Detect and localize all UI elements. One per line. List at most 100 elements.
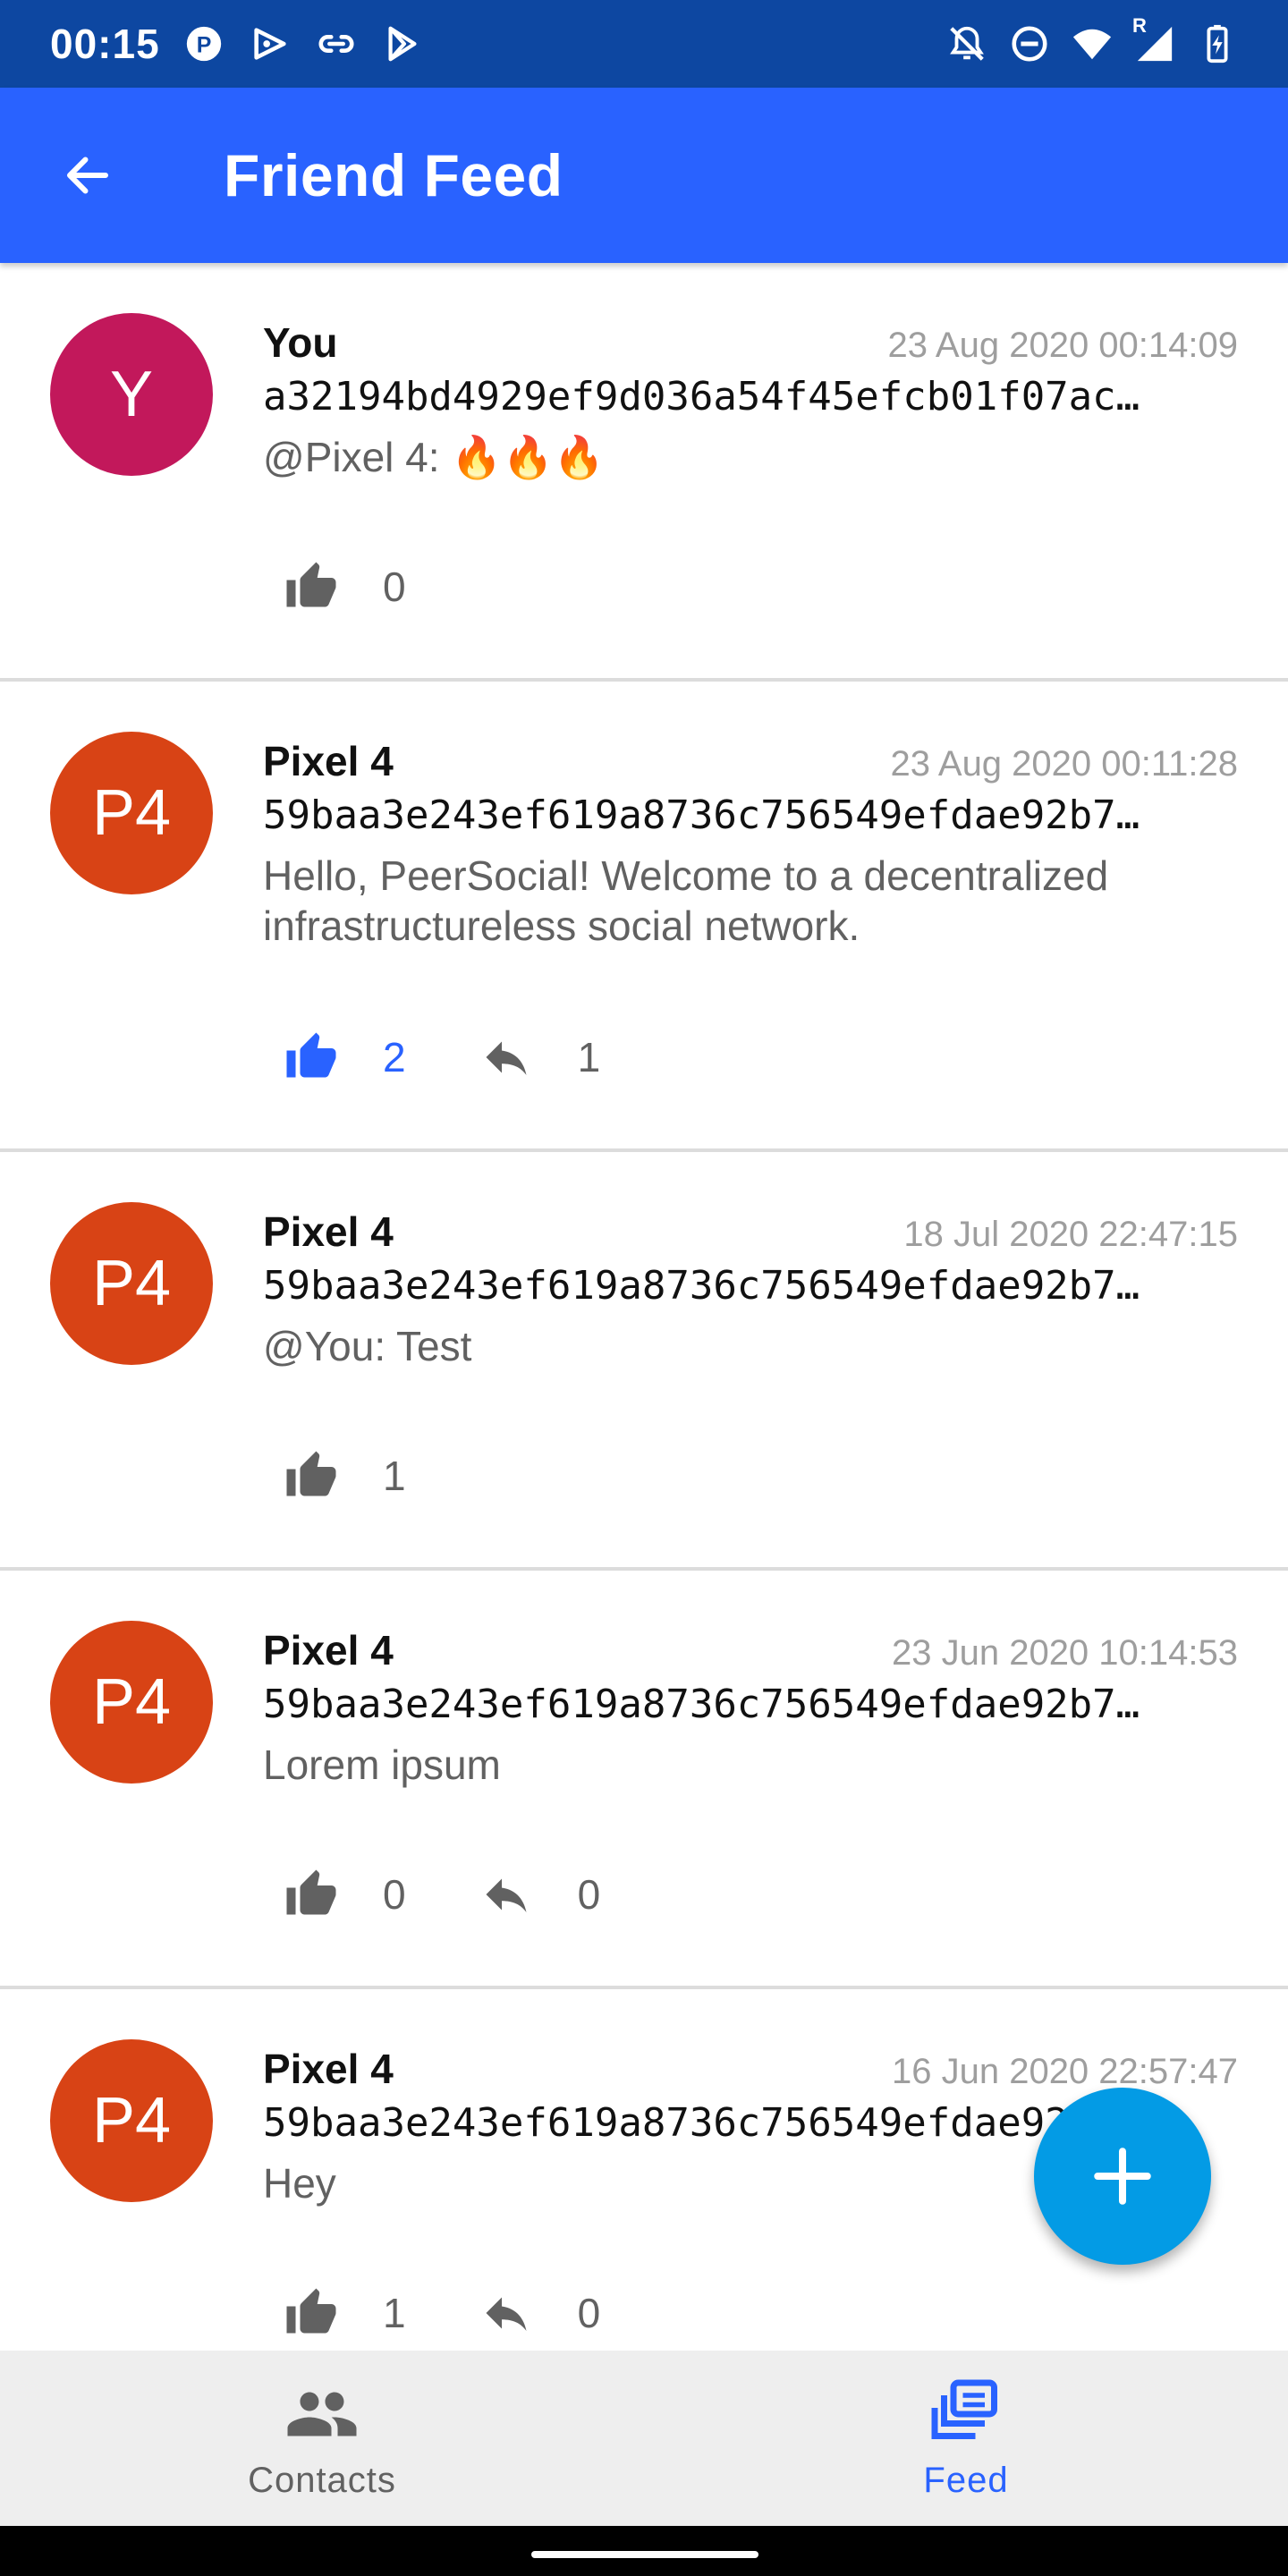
avatar: P4: [50, 1202, 213, 1365]
feed-post[interactable]: P4 Pixel 4 23 Jun 2020 10:14:53 59baa3e2…: [0, 1571, 1288, 1989]
avatar-initials: P4: [91, 1666, 172, 1738]
home-gesture-pill[interactable]: [531, 2551, 758, 2558]
dnd-icon: [1009, 23, 1050, 64]
new-post-fab[interactable]: [1034, 2088, 1211, 2265]
feed-post[interactable]: Y You 23 Aug 2020 00:14:09 a32194bd4929e…: [0, 263, 1288, 682]
post-message: @You: Test: [263, 1323, 472, 1369]
like-count: 1: [383, 1453, 406, 1499]
app-bar: Friend Feed: [0, 88, 1288, 263]
post-body: Pixel 4 23 Jun 2020 10:14:53 59baa3e243e…: [263, 1626, 1238, 1790]
play-games-icon: [250, 23, 291, 64]
reply-button[interactable]: 0: [479, 2286, 601, 2340]
avatar: Y: [50, 313, 213, 476]
reply-button[interactable]: 0: [479, 1868, 601, 1921]
like-button[interactable]: 0: [284, 560, 406, 614]
post-timestamp: 23 Jun 2020 10:14:53: [891, 1633, 1238, 1673]
reply-button[interactable]: 1: [479, 1030, 601, 1084]
nav-item-feed[interactable]: Feed: [644, 2351, 1288, 2526]
status-time: 00:15: [50, 21, 160, 67]
post-hash: 59baa3e243ef619a8736c756549efdae92b7…: [263, 1682, 1140, 1727]
post-timestamp: 18 Jul 2020 22:47:15: [903, 1215, 1238, 1254]
post-header: Pixel 4 23 Jun 2020 10:14:53: [263, 1626, 1238, 1674]
avatar-initials: P4: [91, 1248, 172, 1319]
post-actions: 1 0: [284, 2286, 674, 2340]
contacts-icon: [287, 2392, 357, 2436]
post-hash: a32194bd4929ef9d036a54f45efcb01f07ac…: [263, 374, 1140, 419]
plus-icon: [1094, 2148, 1151, 2205]
post-hash: 59baa3e243ef619a8736c756549efdae92b7…: [263, 792, 1140, 838]
battery-charging-icon: [1197, 23, 1238, 64]
post-message: @Pixel 4: 🔥🔥🔥: [263, 434, 606, 480]
post-header: Pixel 4 18 Jul 2020 22:47:15: [263, 1208, 1238, 1256]
post-author: Pixel 4: [263, 2046, 394, 2092]
system-nav-bar: [0, 2526, 1288, 2576]
mute-icon: [946, 23, 987, 64]
wifi-icon: [1072, 23, 1113, 64]
like-button[interactable]: 1: [284, 1449, 406, 1503]
app-p-icon: P: [183, 23, 225, 64]
post-header: You 23 Aug 2020 00:14:09: [263, 318, 1238, 367]
post-body: Pixel 4 18 Jul 2020 22:47:15 59baa3e243e…: [263, 1208, 1238, 1371]
post-timestamp: 23 Aug 2020 00:14:09: [887, 326, 1238, 365]
status-left-icons: P: [183, 23, 423, 64]
page-title: Friend Feed: [224, 142, 564, 208]
post-timestamp: 23 Aug 2020 00:11:28: [890, 744, 1238, 784]
feed-icon: [931, 2379, 997, 2439]
nav-item-contacts[interactable]: Contacts: [0, 2351, 644, 2526]
post-author: Pixel 4: [263, 1208, 394, 1255]
post-author: Pixel 4: [263, 1627, 394, 1674]
post-timestamp: 16 Jun 2020 22:57:47: [891, 2052, 1238, 2091]
svg-text:P: P: [196, 33, 211, 58]
post-actions: 2 1: [284, 1030, 674, 1084]
post-message: Lorem ipsum: [263, 1741, 501, 1788]
reply-count: 0: [577, 2290, 601, 2336]
roaming-indicator: R: [1132, 14, 1147, 37]
nav-label-feed: Feed: [923, 2460, 1009, 2500]
play-store-icon: [382, 23, 423, 64]
post-header: Pixel 4 23 Aug 2020 00:11:28: [263, 737, 1238, 785]
post-header: Pixel 4 16 Jun 2020 22:57:47: [263, 2045, 1238, 2093]
avatar: P4: [50, 1621, 213, 1784]
arrow-back-icon: [67, 157, 108, 194]
like-count: 0: [383, 564, 406, 610]
like-count: 1: [383, 2290, 406, 2336]
avatar-initials: Y: [109, 359, 154, 430]
avatar-initials: P4: [91, 777, 172, 849]
avatar: P4: [50, 2039, 213, 2202]
like-count: 2: [383, 1034, 406, 1080]
nav-label-contacts: Contacts: [248, 2460, 396, 2500]
cell-signal-icon: R: [1132, 14, 1175, 64]
feed-post[interactable]: P4 Pixel 4 18 Jul 2020 22:47:15 59baa3e2…: [0, 1152, 1288, 1571]
reply-count: 1: [577, 1034, 601, 1080]
post-body: Pixel 4 23 Aug 2020 00:11:28 59baa3e243e…: [263, 737, 1238, 951]
thumb-up-icon: [286, 1032, 336, 1078]
avatar: P4: [50, 732, 213, 894]
back-button[interactable]: [43, 131, 132, 220]
avatar-initials: P4: [91, 2085, 172, 2157]
thumb-up-icon: [286, 2288, 336, 2334]
like-button[interactable]: 1: [284, 2286, 406, 2340]
reply-icon: [486, 1878, 527, 1912]
link-icon: [316, 23, 357, 64]
bottom-navigation: Contacts Feed: [0, 2351, 1288, 2526]
like-count: 0: [383, 1871, 406, 1918]
feed-post[interactable]: P4 Pixel 4 23 Aug 2020 00:11:28 59baa3e2…: [0, 682, 1288, 1152]
reply-icon: [486, 1041, 527, 1075]
friend-feed-list[interactable]: Y You 23 Aug 2020 00:14:09 a32194bd4929e…: [0, 263, 1288, 2351]
like-button[interactable]: 0: [284, 1868, 406, 1921]
like-button[interactable]: 2: [284, 1030, 406, 1084]
thumb-up-icon: [286, 1869, 336, 1915]
post-actions: 0 0: [284, 1868, 674, 1921]
reply-count: 0: [577, 1871, 601, 1918]
status-bar: 00:15 P R: [0, 0, 1288, 88]
post-hash: 59baa3e243ef619a8736c756549efdae92b7…: [263, 1263, 1140, 1309]
post-actions: 0: [284, 560, 479, 614]
thumb-up-icon: [286, 562, 336, 607]
thumb-up-icon: [286, 1451, 336, 1496]
post-actions: 1: [284, 1449, 479, 1503]
post-body: You 23 Aug 2020 00:14:09 a32194bd4929ef9…: [263, 318, 1238, 482]
post-author: You: [263, 319, 338, 366]
status-right-icons: R: [946, 14, 1238, 64]
post-message: Hello, PeerSocial! Welcome to a decentra…: [263, 852, 1109, 949]
reply-icon: [486, 2297, 527, 2331]
